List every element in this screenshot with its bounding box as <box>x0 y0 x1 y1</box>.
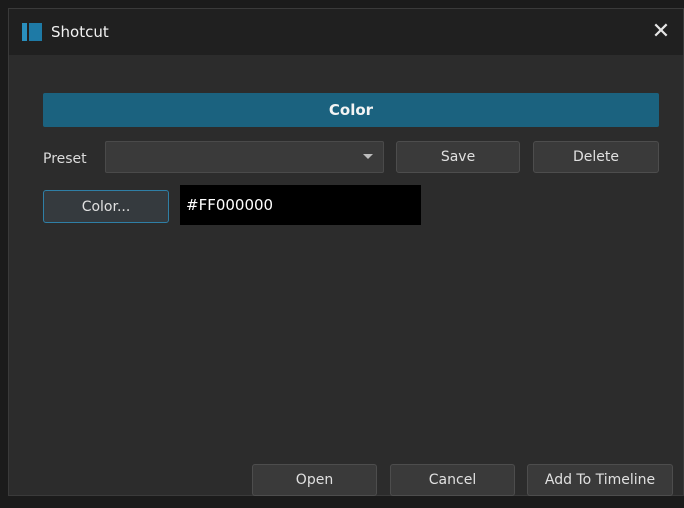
color-value-swatch: #FF000000 <box>180 185 421 225</box>
section-header: Color <box>43 93 659 127</box>
add-to-timeline-button[interactable]: Add To Timeline <box>527 464 673 496</box>
chevron-down-icon <box>363 154 373 159</box>
window-title: Shotcut <box>51 23 109 41</box>
cancel-button[interactable]: Cancel <box>390 464 515 496</box>
dialog-window: Shotcut ✕ Color Preset Save Delete Color… <box>8 8 684 496</box>
shotcut-logo-icon <box>22 22 42 42</box>
open-button[interactable]: Open <box>252 464 377 496</box>
close-icon[interactable]: ✕ <box>647 18 675 46</box>
color-picker-button[interactable]: Color... <box>43 190 169 223</box>
preset-combobox[interactable] <box>105 141 384 173</box>
delete-preset-button[interactable]: Delete <box>533 141 659 173</box>
save-preset-button[interactable]: Save <box>396 141 520 173</box>
title-bar: Shotcut ✕ <box>9 9 683 55</box>
preset-label: Preset <box>43 151 87 167</box>
